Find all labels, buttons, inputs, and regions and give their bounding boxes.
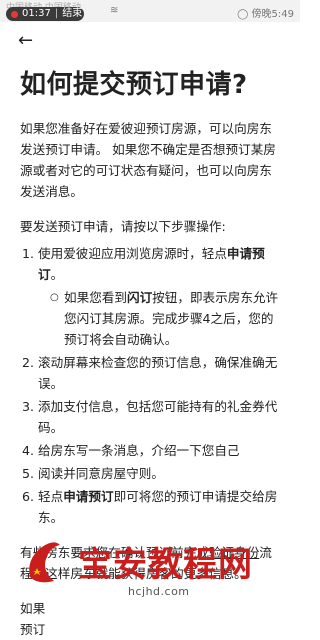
watermark: 宝安教程网 hcjhd.com xyxy=(0,533,300,603)
watermark-domain: hcjhd.com xyxy=(128,585,190,598)
screen-recording-pill[interactable]: 01:37 | 结束 xyxy=(6,7,84,21)
wifi-icon: ≋ xyxy=(110,5,118,16)
list-item: 给房东写一条消息，介绍一下您自己 xyxy=(38,440,282,461)
instant-book-term: 闪订 xyxy=(127,290,152,305)
pill-divider: | xyxy=(55,7,58,21)
recording-dot-icon xyxy=(11,11,18,18)
top-bar: ← xyxy=(0,22,300,62)
sub-list: 如果您看到闪订按钮，即表示房东允许您闪订其房源。完成步骤4之后，您的预订将会自动… xyxy=(38,287,282,350)
watermark-title: 宝安教程网 xyxy=(78,537,253,586)
request-booking-term: 申请预订 xyxy=(63,489,113,504)
back-arrow-icon[interactable]: ← xyxy=(18,30,33,51)
list-item: 滚动屏幕来检查您的预订信息，确保准确无误。 xyxy=(38,352,282,394)
list-item: 阅读并同意房屋守则。 xyxy=(38,463,282,484)
recording-time: 01:37 xyxy=(22,7,51,21)
steps-list: 使用爱彼迎应用浏览房源时，轻点申请预订。 如果您看到闪订按钮，即表示房东允许您闪… xyxy=(20,243,282,528)
list-item: 添加支付信息，包括您可能持有的礼金券代码。 xyxy=(38,396,282,438)
list-item: 使用爱彼迎应用浏览房源时，轻点申请预订。 如果您看到闪订按钮，即表示房东允许您闪… xyxy=(38,243,282,350)
steps-intro: 要发送预订申请，请按以下步骤操作: xyxy=(20,216,282,237)
tail-paragraph: 如果 预订 xyxy=(20,598,282,640)
recording-end-button[interactable]: 结束 xyxy=(62,7,82,21)
intro-paragraph: 如果您准备好在爱彼迎预订房源，可以向房东发送预订申请。 如果您不确定是否想预订某… xyxy=(20,118,282,202)
page-title: 如何提交预订申请? xyxy=(20,68,282,102)
list-item: 如果您看到闪订按钮，即表示房东允许您闪订其房源。完成步骤4之后，您的预订将会自动… xyxy=(50,287,282,350)
list-item: 轻点申请预订即可将您的预订申请提交给房东。 xyxy=(38,486,282,528)
status-bar: 中国移动 中国移动 01:37 | 结束 ≋ ◯ 傍晚5:49 xyxy=(0,0,300,22)
clock: ◯ 傍晚5:49 xyxy=(237,5,294,20)
watermark-logo-icon xyxy=(24,537,64,587)
